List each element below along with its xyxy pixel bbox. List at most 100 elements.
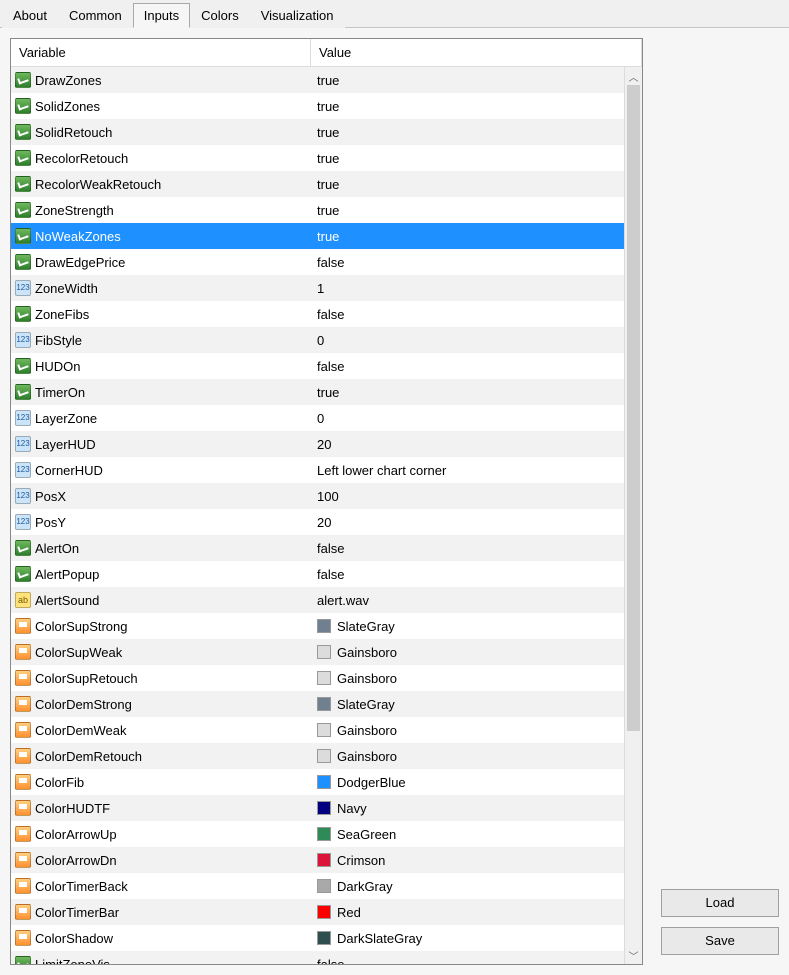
variable-cell[interactable]: ZoneStrength <box>11 197 311 223</box>
value-cell[interactable]: false <box>311 561 642 587</box>
table-row[interactable]: AlertSoundalert.wav <box>11 587 642 613</box>
table-row[interactable]: AlertOnfalse <box>11 535 642 561</box>
value-cell[interactable]: true <box>311 93 642 119</box>
variable-cell[interactable]: SolidZones <box>11 93 311 119</box>
value-cell[interactable]: Red <box>311 899 642 925</box>
variable-cell[interactable]: NoWeakZones <box>11 223 311 249</box>
tab-colors[interactable]: Colors <box>190 3 250 28</box>
table-row[interactable]: ColorSupRetouchGainsboro <box>11 665 642 691</box>
variable-cell[interactable]: RecolorRetouch <box>11 145 311 171</box>
table-row[interactable]: ColorDemWeakGainsboro <box>11 717 642 743</box>
variable-cell[interactable]: HUDOn <box>11 353 311 379</box>
value-cell[interactable]: Gainsboro <box>311 743 642 769</box>
variable-cell[interactable]: ColorSupRetouch <box>11 665 311 691</box>
variable-cell[interactable]: LimitZoneVis <box>11 951 311 964</box>
variable-cell[interactable]: FibStyle <box>11 327 311 353</box>
table-row[interactable]: HUDOnfalse <box>11 353 642 379</box>
variable-cell[interactable]: ColorArrowUp <box>11 821 311 847</box>
variable-cell[interactable]: ColorArrowDn <box>11 847 311 873</box>
value-cell[interactable]: 0 <box>311 327 642 353</box>
header-variable[interactable]: Variable <box>11 39 311 66</box>
table-row[interactable]: ColorSupWeakGainsboro <box>11 639 642 665</box>
tab-common[interactable]: Common <box>58 3 133 28</box>
table-row[interactable]: DrawZonestrue <box>11 67 642 93</box>
variable-cell[interactable]: PosX <box>11 483 311 509</box>
table-row[interactable]: ColorArrowUpSeaGreen <box>11 821 642 847</box>
table-row[interactable]: ColorFibDodgerBlue <box>11 769 642 795</box>
value-cell[interactable]: 100 <box>311 483 642 509</box>
table-row[interactable]: ColorDemStrongSlateGray <box>11 691 642 717</box>
table-row[interactable]: PosY20 <box>11 509 642 535</box>
table-row[interactable]: CornerHUDLeft lower chart corner <box>11 457 642 483</box>
table-row[interactable]: SolidRetouchtrue <box>11 119 642 145</box>
value-cell[interactable]: DarkGray <box>311 873 642 899</box>
table-row[interactable]: NoWeakZonestrue <box>11 223 642 249</box>
value-cell[interactable]: Left lower chart corner <box>311 457 642 483</box>
variable-cell[interactable]: AlertOn <box>11 535 311 561</box>
variable-cell[interactable]: AlertPopup <box>11 561 311 587</box>
value-cell[interactable]: true <box>311 171 642 197</box>
table-row[interactable]: ColorArrowDnCrimson <box>11 847 642 873</box>
scroll-up-icon[interactable]: ︿ <box>625 67 642 85</box>
value-cell[interactable]: false <box>311 301 642 327</box>
value-cell[interactable]: Gainsboro <box>311 717 642 743</box>
value-cell[interactable]: SeaGreen <box>311 821 642 847</box>
tab-about[interactable]: About <box>2 3 58 28</box>
value-cell[interactable]: true <box>311 67 642 93</box>
value-cell[interactable]: false <box>311 353 642 379</box>
scroll-down-icon[interactable]: ﹀ <box>625 946 642 964</box>
table-row[interactable]: ColorShadowDarkSlateGray <box>11 925 642 951</box>
table-row[interactable]: FibStyle0 <box>11 327 642 353</box>
table-row[interactable]: DrawEdgePricefalse <box>11 249 642 275</box>
value-cell[interactable]: Gainsboro <box>311 665 642 691</box>
variable-cell[interactable]: LayerZone <box>11 405 311 431</box>
variable-cell[interactable]: AlertSound <box>11 587 311 613</box>
value-cell[interactable]: 0 <box>311 405 642 431</box>
table-row[interactable]: ColorSupStrongSlateGray <box>11 613 642 639</box>
value-cell[interactable]: SlateGray <box>311 691 642 717</box>
variable-cell[interactable]: ColorSupWeak <box>11 639 311 665</box>
value-cell[interactable]: false <box>311 951 642 964</box>
save-button[interactable]: Save <box>661 927 779 955</box>
variable-cell[interactable]: ColorDemRetouch <box>11 743 311 769</box>
value-cell[interactable]: DarkSlateGray <box>311 925 642 951</box>
variable-cell[interactable]: ColorFib <box>11 769 311 795</box>
table-row[interactable]: ZoneWidth1 <box>11 275 642 301</box>
value-cell[interactable]: true <box>311 119 642 145</box>
variable-cell[interactable]: ColorDemStrong <box>11 691 311 717</box>
value-cell[interactable]: SlateGray <box>311 613 642 639</box>
variable-cell[interactable]: ColorTimerBar <box>11 899 311 925</box>
variable-cell[interactable]: ColorSupStrong <box>11 613 311 639</box>
variable-cell[interactable]: PosY <box>11 509 311 535</box>
table-row[interactable]: SolidZonestrue <box>11 93 642 119</box>
value-cell[interactable]: DodgerBlue <box>311 769 642 795</box>
variable-cell[interactable]: ZoneWidth <box>11 275 311 301</box>
value-cell[interactable]: true <box>311 379 642 405</box>
variable-cell[interactable]: ColorDemWeak <box>11 717 311 743</box>
table-row[interactable]: LayerZone0 <box>11 405 642 431</box>
value-cell[interactable]: alert.wav <box>311 587 642 613</box>
table-row[interactable]: ColorDemRetouchGainsboro <box>11 743 642 769</box>
variable-cell[interactable]: RecolorWeakRetouch <box>11 171 311 197</box>
table-row[interactable]: ZoneStrengthtrue <box>11 197 642 223</box>
scroll-track[interactable] <box>625 85 642 946</box>
variable-cell[interactable]: ColorTimerBack <box>11 873 311 899</box>
value-cell[interactable]: false <box>311 535 642 561</box>
variable-cell[interactable]: CornerHUD <box>11 457 311 483</box>
tab-visualization[interactable]: Visualization <box>250 3 345 28</box>
table-row[interactable]: PosX100 <box>11 483 642 509</box>
value-cell[interactable]: Crimson <box>311 847 642 873</box>
table-row[interactable]: LimitZoneVisfalse <box>11 951 642 964</box>
table-row[interactable]: LayerHUD20 <box>11 431 642 457</box>
value-cell[interactable]: Gainsboro <box>311 639 642 665</box>
variable-cell[interactable]: TimerOn <box>11 379 311 405</box>
variable-cell[interactable]: ZoneFibs <box>11 301 311 327</box>
value-cell[interactable]: 20 <box>311 509 642 535</box>
value-cell[interactable]: 1 <box>311 275 642 301</box>
value-cell[interactable]: true <box>311 145 642 171</box>
tab-inputs[interactable]: Inputs <box>133 3 190 28</box>
table-row[interactable]: RecolorWeakRetouchtrue <box>11 171 642 197</box>
vertical-scrollbar[interactable]: ︿ ﹀ <box>624 67 642 964</box>
variable-cell[interactable]: SolidRetouch <box>11 119 311 145</box>
variable-cell[interactable]: DrawZones <box>11 67 311 93</box>
